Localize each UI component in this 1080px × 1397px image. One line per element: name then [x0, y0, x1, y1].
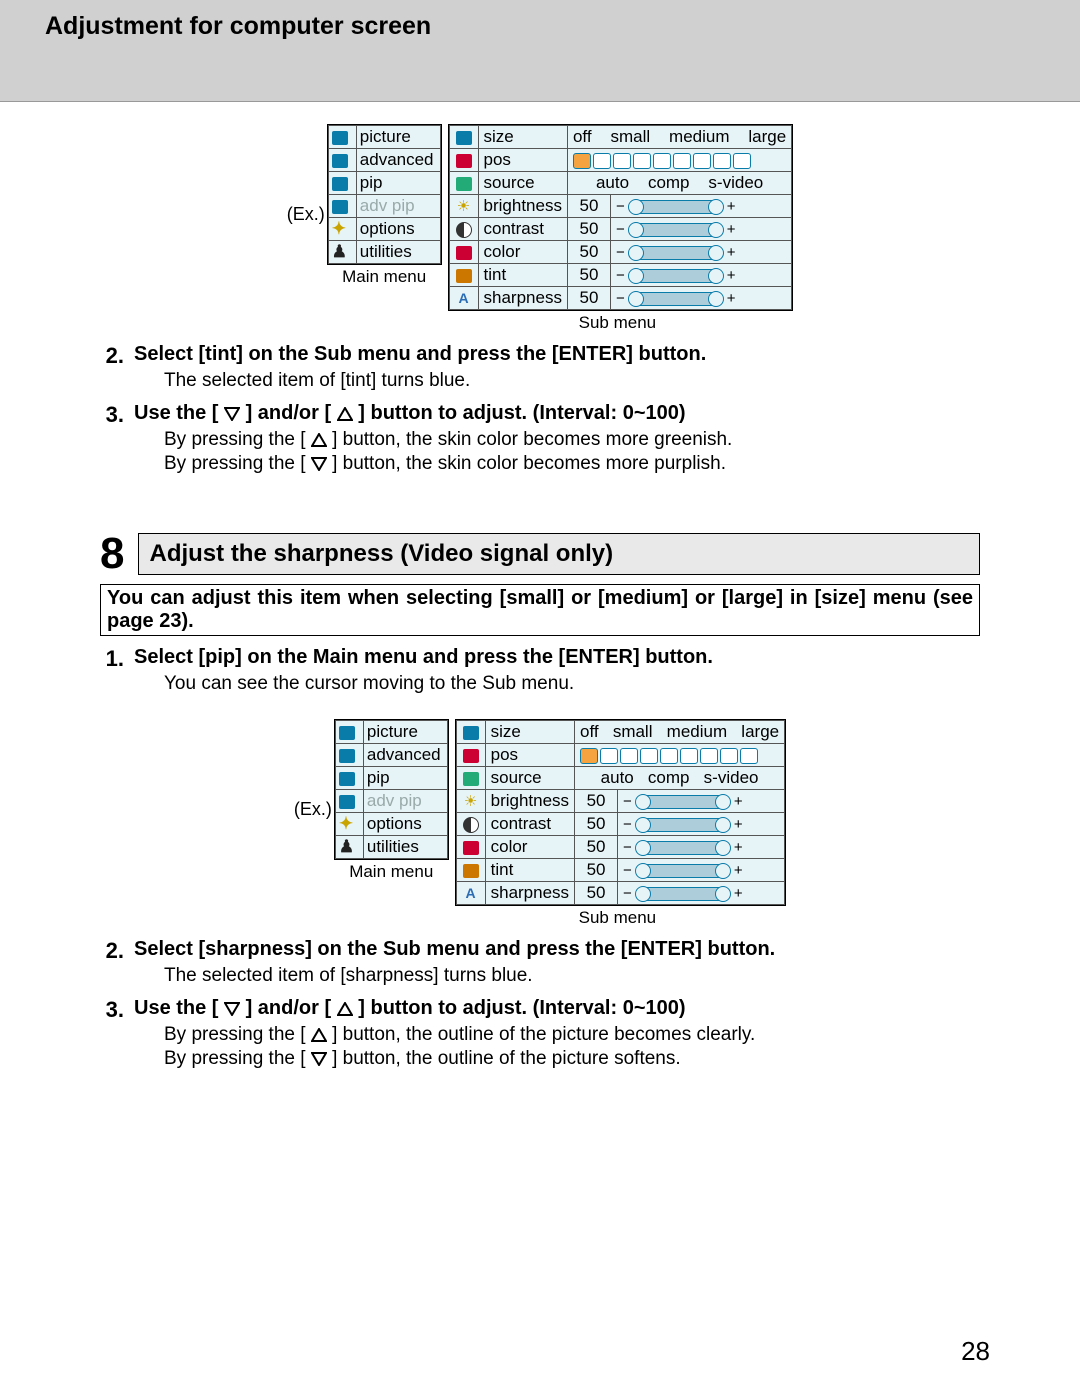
mainmenu-item: adv pip — [328, 195, 440, 218]
triangle-up-icon — [311, 433, 327, 447]
submenu-row-pos: pos — [449, 149, 792, 172]
mainmenu-item: picture — [328, 126, 440, 149]
triangle-down-icon — [311, 457, 327, 471]
sharpness-icon: A — [458, 290, 468, 306]
mainmenu-item: advanced — [335, 744, 447, 767]
tint-icon — [456, 269, 472, 283]
page-header: Adjustment for computer screen — [0, 0, 1080, 102]
submenu-row-sharpness: A sharpness 50 −+ — [449, 287, 792, 310]
step-sub: By pressing the [ ] button, the skin col… — [164, 429, 980, 451]
step-title: Use the [ ] and/or [ ] button to adjust.… — [134, 402, 980, 425]
step-sub: You can see the cursor moving to the Sub… — [164, 673, 980, 695]
submenu-row-color: color 50 −+ — [449, 241, 792, 264]
step-sub: The selected item of [sharpness] turns b… — [164, 965, 980, 987]
step-sub: By pressing the [ ] button, the outline … — [164, 1024, 980, 1046]
submenu-caption: Sub menu — [442, 313, 794, 333]
mainmenu-item: ♟utilities — [335, 836, 447, 859]
mainmenu-item: adv pip — [335, 790, 447, 813]
utilities-icon: ♟ — [339, 837, 354, 856]
brightness-icon: ☀ — [457, 198, 470, 215]
menu-diagram-2: (Ex.) picture advanced pip adv pip ✦opti… — [100, 719, 980, 928]
triangle-up-icon — [337, 1002, 353, 1016]
section-8: 8 Adjust the sharpness (Video signal onl… — [100, 532, 980, 636]
step-b-1: 1. Select [pip] on the Main menu and pre… — [100, 646, 980, 697]
step-title: Select [pip] on the Main menu and press … — [134, 646, 980, 669]
triangle-down-icon — [224, 1002, 240, 1016]
mainmenu-item: picture — [335, 721, 447, 744]
main-menu-box: picture advanced pip adv pip ✦options ♟u… — [334, 719, 449, 860]
submenu-row-contrast: contrast 50 −+ — [449, 218, 792, 241]
size-icon — [463, 726, 479, 740]
options-icon: ✦ — [332, 219, 346, 238]
color-icon — [456, 246, 472, 260]
picture-icon — [339, 726, 355, 740]
advanced-icon — [332, 154, 348, 168]
step-title: Select [sharpness] on the Sub menu and p… — [134, 938, 980, 961]
submenu-row-source: source auto comp s-video — [449, 172, 792, 195]
step-title: Select [tint] on the Sub menu and press … — [134, 343, 980, 366]
triangle-up-icon — [337, 407, 353, 421]
example-label: (Ex.) — [287, 204, 325, 225]
mainmenu-item: ✦options — [335, 813, 447, 836]
example-label: (Ex.) — [294, 799, 332, 820]
main-menu-box: picture advanced pip adv pip ✦options ♟u… — [327, 124, 442, 265]
step-sub: By pressing the [ ] button, the skin col… — [164, 453, 980, 475]
options-icon: ✦ — [339, 814, 353, 833]
source-icon — [456, 177, 472, 191]
brightness-icon: ☀ — [464, 793, 477, 810]
section-note: You can adjust this item when selecting … — [100, 584, 980, 636]
advpip-icon — [339, 795, 355, 809]
step-sub: By pressing the [ ] button, the outline … — [164, 1048, 980, 1070]
submenu-row-brightness: ☀ brightness 50 −+ — [449, 195, 792, 218]
mainmenu-caption: Main menu — [334, 862, 449, 882]
page-number: 28 — [961, 1336, 990, 1367]
step-b-3: 3. Use the [ ] and/or [ ] button to adju… — [100, 997, 980, 1072]
submenu-row-size: size off small medium large — [449, 126, 792, 149]
submenu-caption: Sub menu — [449, 908, 787, 928]
slider-track — [629, 200, 723, 214]
section-number: 8 — [100, 532, 124, 576]
mainmenu-caption: Main menu — [327, 267, 442, 287]
mainmenu-item: ✦options — [328, 218, 440, 241]
step-title: Use the [ ] and/or [ ] button to adjust.… — [134, 997, 980, 1020]
advpip-icon — [332, 200, 348, 214]
color-icon — [463, 841, 479, 855]
menu-diagram-1: (Ex.) picture advanced pip adv pip ✦opti… — [100, 124, 980, 333]
pos-boxes — [573, 153, 751, 169]
pos-icon — [456, 154, 472, 168]
page-title: Adjustment for computer screen — [45, 12, 1035, 41]
step-a-2: 2. Select [tint] on the Sub menu and pre… — [100, 343, 980, 394]
mainmenu-item: ♟utilities — [328, 241, 440, 264]
size-icon — [456, 131, 472, 145]
sharpness-icon: A — [466, 885, 476, 901]
triangle-down-icon — [224, 407, 240, 421]
utilities-icon: ♟ — [332, 242, 347, 261]
source-icon — [463, 772, 479, 786]
submenu-row-tint: tint 50 −+ — [449, 264, 792, 287]
pip-icon — [332, 177, 348, 191]
sub-menu-box: size off small medium large pos source a… — [455, 719, 787, 906]
sub-menu-box: size off small medium large pos — [448, 124, 794, 311]
section-title: Adjust the sharpness (Video signal only) — [138, 533, 980, 575]
pip-icon — [339, 772, 355, 786]
pos-icon — [463, 749, 479, 763]
step-b-2: 2. Select [sharpness] on the Sub menu an… — [100, 938, 980, 989]
step-a-3: 3. Use the [ ] and/or [ ] button to adju… — [100, 402, 980, 477]
triangle-up-icon — [311, 1028, 327, 1042]
mainmenu-item: pip — [328, 172, 440, 195]
step-sub: The selected item of [tint] turns blue. — [164, 370, 980, 392]
contrast-icon — [463, 817, 479, 833]
picture-icon — [332, 131, 348, 145]
tint-icon — [463, 864, 479, 878]
advanced-icon — [339, 749, 355, 763]
mainmenu-item: pip — [335, 767, 447, 790]
triangle-down-icon — [311, 1052, 327, 1066]
mainmenu-item: advanced — [328, 149, 440, 172]
contrast-icon — [456, 222, 472, 238]
